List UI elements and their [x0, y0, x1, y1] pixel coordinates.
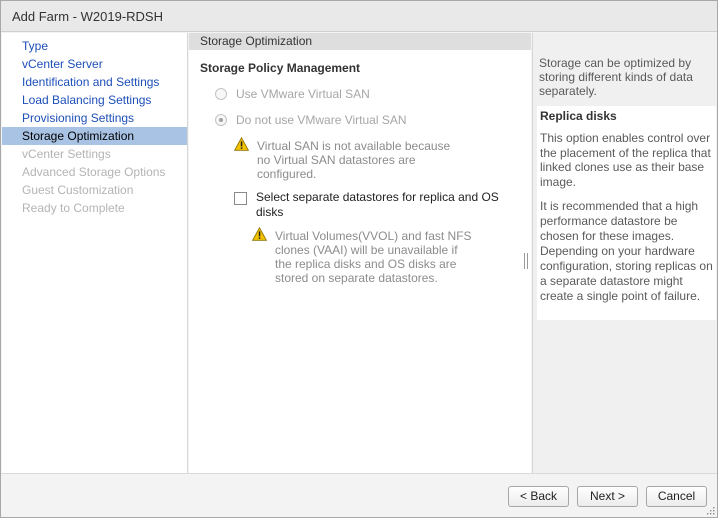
- help-paragraph: It is recommended that a high performanc…: [540, 199, 713, 303]
- vsan-warning-line: configured.: [257, 167, 317, 181]
- separate-datastores-label: Select separate datastores for replica a…: [256, 190, 499, 219]
- sidebar-item-type[interactable]: Type: [2, 37, 187, 55]
- no-vsan-radio[interactable]: [215, 114, 227, 126]
- use-vsan-option[interactable]: Use VMware Virtual SAN: [215, 86, 370, 102]
- vsan-warning-line: no Virtual SAN datastores are: [257, 153, 416, 167]
- sidebar-item-guest-customization: Guest Customization: [22, 183, 134, 197]
- sidebar-item-vcenter-server[interactable]: vCenter Server: [2, 55, 187, 73]
- vsan-warning-line: Virtual SAN is not available because: [257, 139, 451, 153]
- vvol-warning-line: the replica disks and OS disks are: [275, 257, 457, 271]
- help-paragraph: This option enables control over the pla…: [540, 131, 711, 189]
- sidebar-item-load-balancing[interactable]: Load Balancing Settings: [2, 91, 187, 109]
- title-bar: Add Farm - W2019-RDSH: [1, 1, 717, 32]
- vvol-warning-line: stored on separate datastores.: [275, 271, 438, 285]
- sidebar-item-identification-settings[interactable]: Identification and Settings: [2, 73, 187, 91]
- vvol-warning-line: Virtual Volumes(VVOL) and fast NFS: [275, 229, 472, 243]
- warning-icon: [234, 137, 249, 151]
- back-button[interactable]: < Back: [508, 486, 569, 507]
- add-farm-dialog: Add Farm - W2019-RDSH Type vCenter Serve…: [0, 0, 718, 518]
- dialog-footer: < Back Next > Cancel: [1, 473, 717, 517]
- resize-grip-icon[interactable]: [705, 505, 715, 515]
- help-panel: Storage can be optimized by storing diff…: [532, 33, 717, 473]
- vsan-warning-text: Virtual SAN is not available because no …: [257, 139, 450, 181]
- policy-heading: Storage Policy Management: [200, 61, 361, 75]
- help-topic-box: Replica disks This option enables contro…: [537, 106, 716, 320]
- sidebar-item-ready-to-complete: Ready to Complete: [22, 201, 125, 215]
- vvol-warning-text: Virtual Volumes(VVOL) and fast NFS clone…: [275, 229, 472, 285]
- help-intro-text: Storage can be optimized by storing diff…: [539, 56, 693, 98]
- window-title: Add Farm - W2019-RDSH: [12, 9, 163, 24]
- panel-splitter-handle[interactable]: [524, 253, 528, 269]
- main-panel: Storage Optimization Storage Policy Mana…: [189, 33, 531, 473]
- sidebar-item-advanced-storage: Advanced Storage Options: [22, 165, 166, 179]
- separate-datastores-checkbox[interactable]: [234, 192, 247, 205]
- section-header: Storage Optimization: [189, 33, 531, 50]
- use-vsan-label: Use VMware Virtual SAN: [236, 87, 370, 101]
- vvol-warning-line: clones (VAAI) will be unavailable if: [275, 243, 458, 257]
- warning-icon: [252, 227, 267, 241]
- no-vsan-label: Do not use VMware Virtual SAN: [236, 113, 407, 127]
- help-topic-title: Replica disks: [540, 109, 617, 123]
- use-vsan-radio[interactable]: [215, 88, 227, 100]
- sidebar-item-storage-optimization[interactable]: Storage Optimization: [2, 127, 187, 145]
- sidebar-item-provisioning-settings[interactable]: Provisioning Settings: [2, 109, 187, 127]
- no-vsan-option[interactable]: Do not use VMware Virtual SAN: [215, 112, 407, 128]
- wizard-steps-sidebar: Type vCenter Server Identification and S…: [2, 33, 188, 473]
- next-button[interactable]: Next >: [577, 486, 638, 507]
- cancel-button[interactable]: Cancel: [646, 486, 707, 507]
- sidebar-item-vcenter-settings: vCenter Settings: [22, 147, 111, 161]
